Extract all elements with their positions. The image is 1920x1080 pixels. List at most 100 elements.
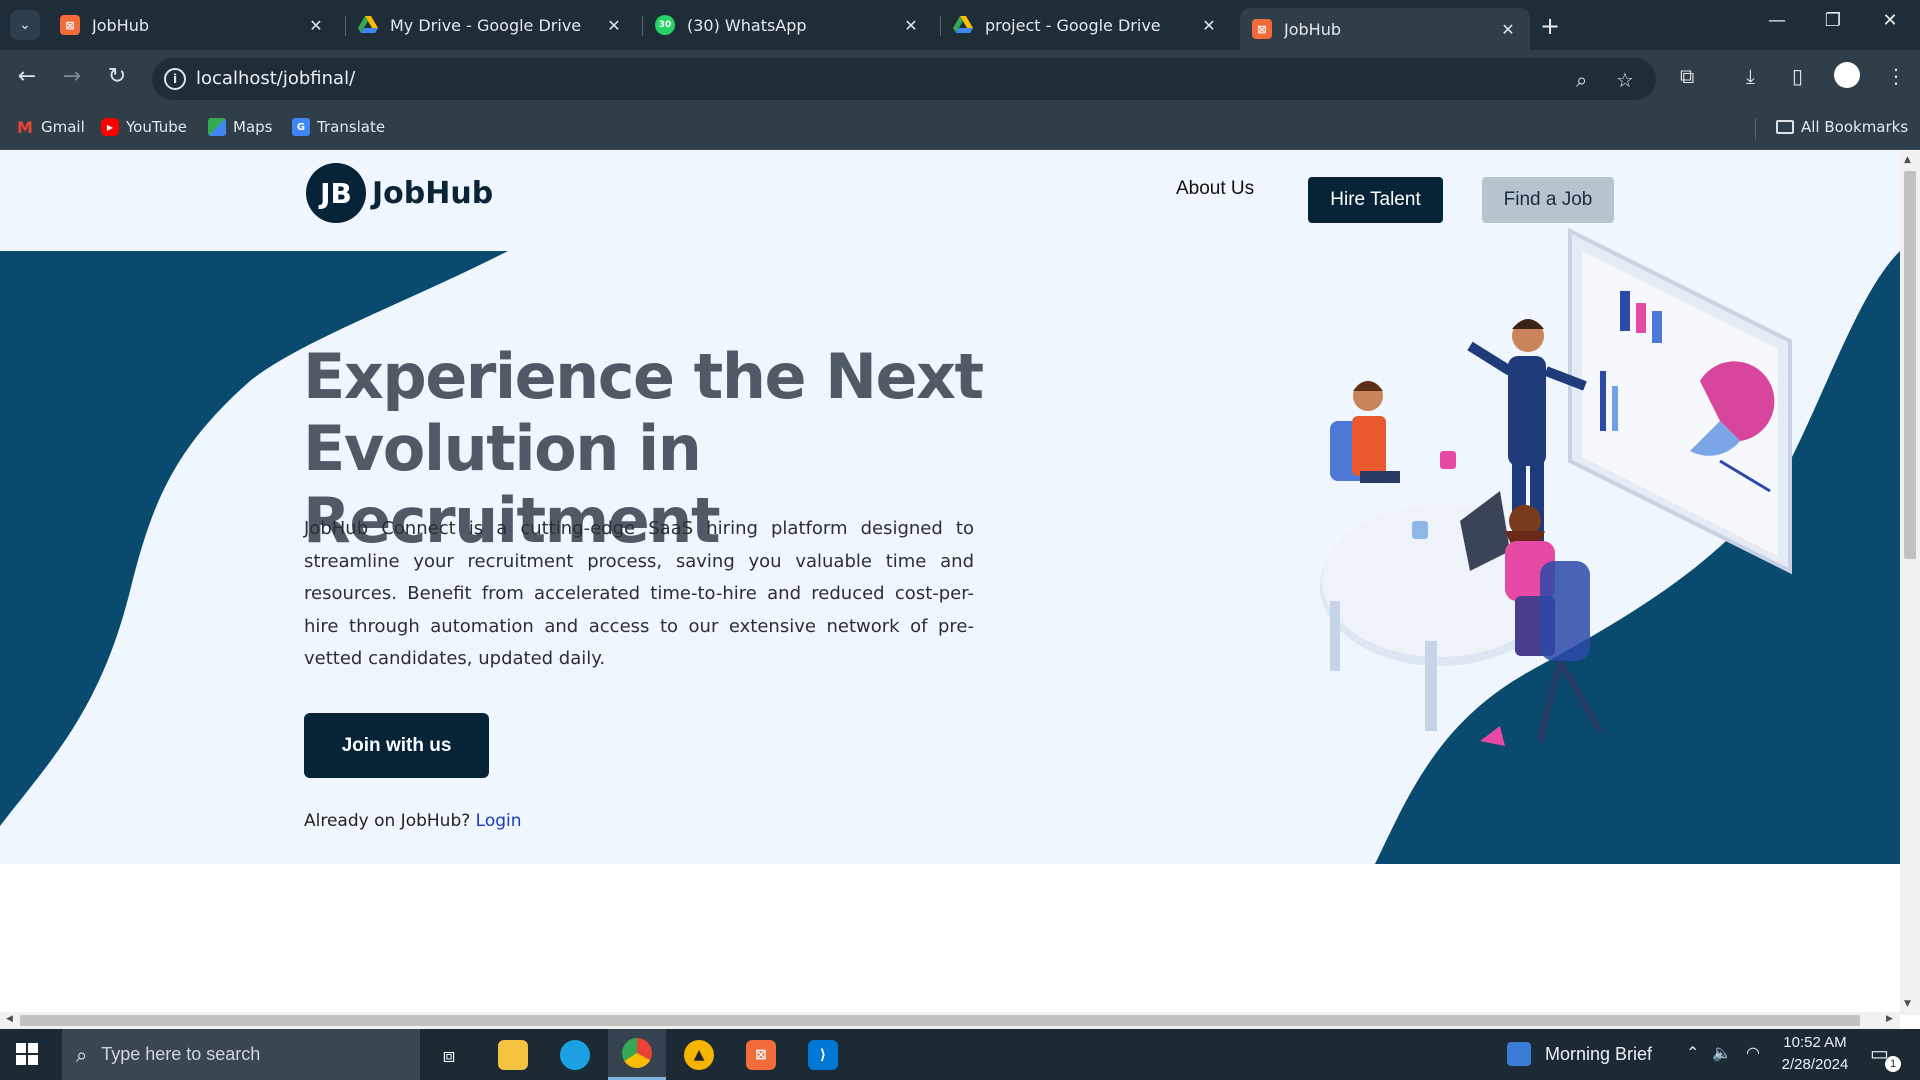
maps-icon [208,118,226,136]
bookmarks-divider [1755,118,1756,140]
task-view-icon[interactable]: ⧈ [420,1029,478,1080]
scroll-left-arrow[interactable]: ◀ [6,1014,13,1024]
clock-date[interactable]: 2/28/2024 [1776,1056,1854,1073]
scroll-right-arrow[interactable]: ▶ [1886,1014,1893,1024]
scroll-up-arrow[interactable]: ▲ [1904,155,1911,165]
gmail-icon: M [17,117,33,137]
tab-title: JobHub [1284,19,1341,39]
brand-name: JobHub [372,175,494,211]
bookmark-maps[interactable]: Maps [208,118,272,136]
page-viewport: JB JobHub About Us Hire Talent Find a Jo… [0,151,1920,1029]
office-meeting-illustration [1320,227,1792,746]
find-job-button[interactable]: Find a Job [1482,177,1614,223]
xampp-icon[interactable]: ⊠ [732,1029,790,1080]
forward-icon[interactable]: → [57,64,87,89]
news-widget-icon[interactable] [1507,1042,1531,1066]
tab-title: JobHub [92,15,149,35]
bookmark-label: Translate [317,118,386,136]
taskbar-search[interactable]: ⌕ Type here to search [62,1029,420,1080]
close-tab-icon[interactable]: ✕ [604,16,624,35]
vscode-icon[interactable]: ⟩ [794,1029,852,1080]
notification-count-badge: 1 [1885,1056,1901,1072]
vertical-scrollbar[interactable]: ▲ ▼ [1900,151,1920,1015]
bookmark-label: Gmail [41,118,85,136]
windows-start-icon[interactable] [16,1043,38,1069]
bookmark-label: YouTube [126,118,187,136]
tab-search-button[interactable]: ⌄ [10,10,40,40]
tray-chevron-icon[interactable]: ⌃ [1686,1043,1699,1063]
brand-logo[interactable]: JB JobHub [306,163,493,223]
nav-about-us[interactable]: About Us [1176,178,1254,200]
close-tab-icon[interactable]: ✕ [306,16,326,35]
search-icon: ⌕ [76,1042,88,1067]
app-warning-icon[interactable]: ▲ [670,1029,728,1080]
edge-icon[interactable] [546,1029,604,1080]
bookmark-gmail[interactable]: M Gmail [16,117,85,137]
headline-line-1: Experience the Next [303,340,984,413]
xampp-icon: ⊠ [1252,19,1272,39]
reload-icon[interactable]: ↻ [102,64,132,89]
folder-icon [1776,120,1794,134]
close-tab-icon[interactable]: ✕ [1498,20,1518,39]
side-panel-icon[interactable]: ▯ [1792,64,1803,88]
wifi-icon[interactable]: ◠ [1746,1043,1760,1063]
extensions-icon[interactable]: ⧉ [1680,64,1694,88]
profile-avatar[interactable] [1834,62,1860,88]
tab-project-drive[interactable]: project - Google Drive ✕ [941,8,1231,42]
back-icon[interactable]: ← [12,64,42,89]
login-prompt: Already on JobHub? Login [304,811,522,831]
youtube-icon: ▶ [101,118,119,136]
scroll-down-arrow[interactable]: ▼ [1904,999,1911,1009]
tab-title: project - Google Drive [985,15,1161,35]
tab-whatsapp[interactable]: 30 (30) WhatsApp ✕ [643,8,933,42]
scrollbar-thumb[interactable] [1904,171,1916,559]
close-tab-icon[interactable]: ✕ [1199,16,1219,35]
tab-title: (30) WhatsApp [687,15,807,35]
hero-description: JobHub Connect is a cutting-edge SaaS hi… [304,518,974,669]
all-bookmarks[interactable]: All Bookmarks [1776,118,1908,136]
chrome-icon[interactable] [608,1029,666,1080]
hire-talent-button[interactable]: Hire Talent [1308,177,1443,223]
translate-icon: G [292,118,310,136]
volume-icon[interactable]: 🔈 [1712,1043,1732,1063]
all-bookmarks-label: All Bookmarks [1801,118,1909,136]
xampp-icon: ⊠ [60,15,80,35]
download-icon[interactable]: ⤓ [1746,64,1755,88]
jobhub-logo-icon: JB [306,163,366,223]
new-tab-button[interactable]: + [1540,12,1560,40]
scrollbar-thumb[interactable] [20,1015,1860,1026]
site-info-icon[interactable]: i [164,68,186,90]
restore-icon[interactable]: ❐ [1813,10,1853,31]
windows-taskbar: ⌕ Type here to search ⧈ ▲ ⊠ ⟩ Morning Br… [0,1029,1920,1080]
zoom-icon[interactable]: ⌕ [1576,68,1587,92]
bookmark-star-icon[interactable]: ☆ [1616,68,1634,92]
bookmark-translate[interactable]: G Translate [292,118,385,136]
horizontal-scrollbar[interactable]: ◀ ▶ [0,1012,1900,1029]
google-drive-icon [358,15,378,35]
address-bar[interactable]: i localhost/jobfinal/ ⌕ ☆ [152,58,1656,100]
google-drive-icon [953,15,973,35]
tab-my-drive[interactable]: My Drive - Google Drive ✕ [346,8,636,42]
bookmark-label: Maps [233,118,273,136]
bookmark-youtube[interactable]: ▶ YouTube [101,118,187,136]
menu-kebab-icon[interactable]: ⋮ [1886,64,1906,88]
already-text: Already on JobHub? [304,811,471,831]
clock-time[interactable]: 10:52 AM [1780,1034,1850,1051]
browser-toolbar: ← → ↻ i localhost/jobfinal/ ⌕ ☆ ⧉ ⤓ ▯ ⋮ [0,50,1920,108]
url-text[interactable]: localhost/jobfinal/ [196,68,355,89]
join-with-us-button[interactable]: Join with us [304,713,489,778]
minimize-icon[interactable]: — [1757,10,1797,31]
search-placeholder: Type here to search [101,1044,261,1064]
whatsapp-icon: 30 [655,15,675,35]
tab-title: My Drive - Google Drive [390,15,582,35]
close-tab-icon[interactable]: ✕ [901,16,921,35]
chevron-down-icon: ⌄ [19,17,31,33]
tab-bar: ⌄ ⊠ JobHub ✕ My Drive - Google Drive ✕ 3… [0,0,1920,50]
file-explorer-icon[interactable] [484,1029,542,1080]
bookmarks-bar: M Gmail ▶ YouTube Maps G Translate All B… [0,108,1920,150]
close-window-icon[interactable]: ✕ [1870,10,1910,31]
tab-jobhub-1[interactable]: ⊠ JobHub ✕ [48,8,338,42]
news-widget-label[interactable]: Morning Brief [1545,1044,1652,1065]
login-link[interactable]: Login [476,811,522,831]
tab-jobhub-active[interactable]: ⊠ JobHub ✕ [1240,8,1530,50]
